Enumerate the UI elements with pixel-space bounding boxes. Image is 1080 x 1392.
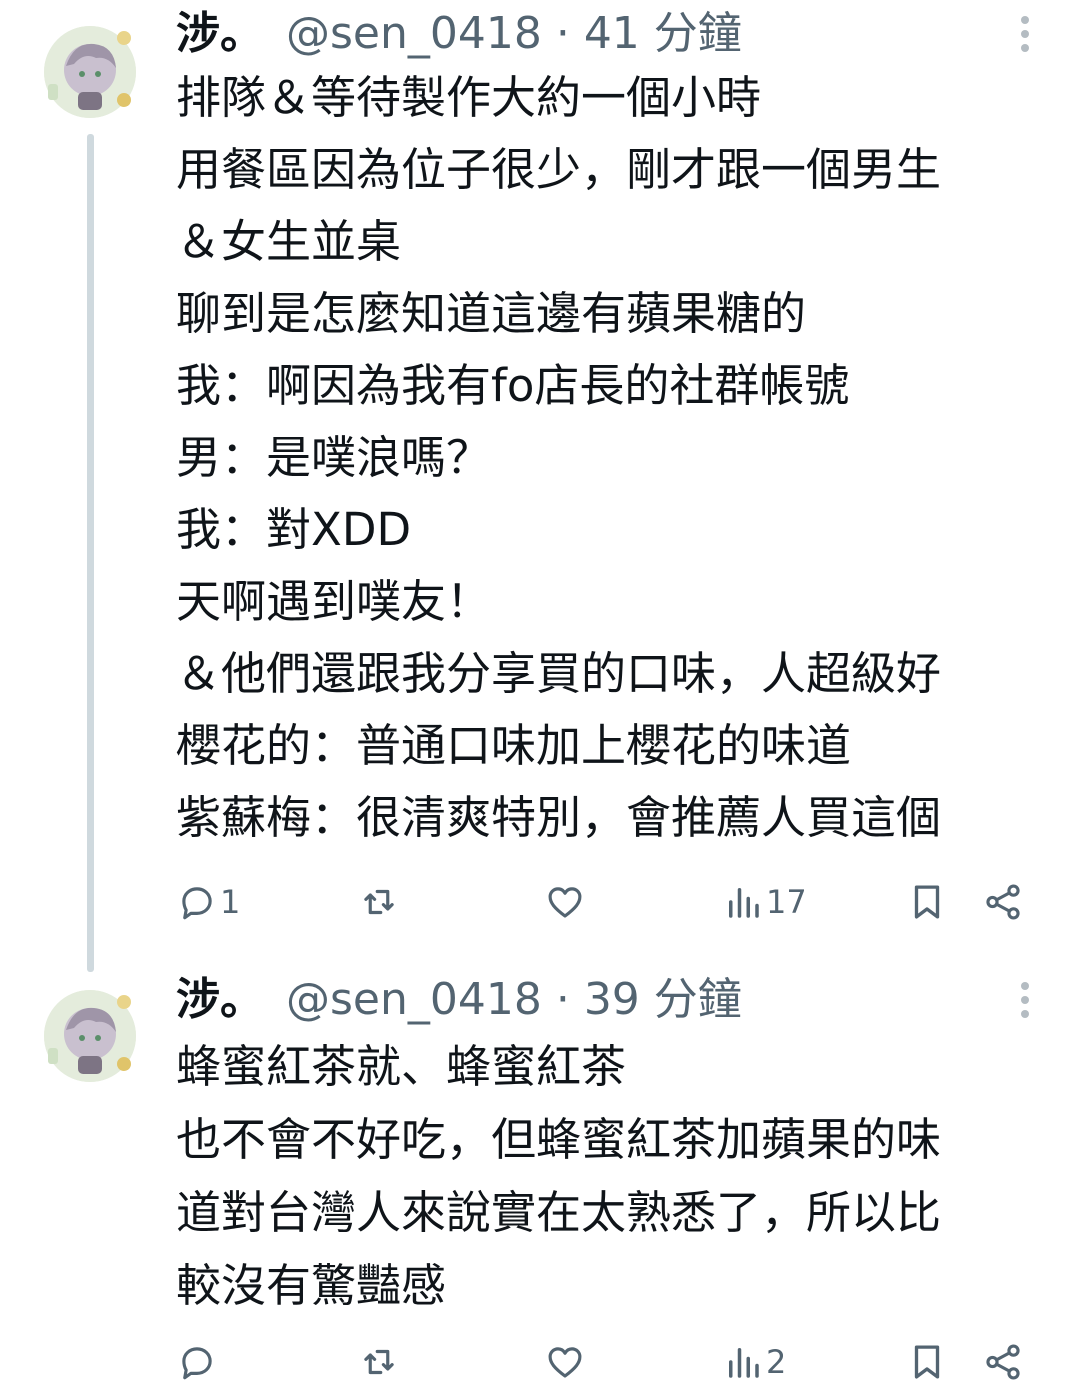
avatar-illustration <box>44 26 136 118</box>
tweet-text-line: 紫蘇梅：很清爽特別，會推薦人買這個 <box>176 791 942 844</box>
share-nodes-icon <box>986 1344 1020 1380</box>
tweet[interactable]: 涉。 @sen_0418 · 39 分鐘 蜂蜜紅茶就、蜂蜜紅茶 也不會不好吃，但… <box>0 960 1080 1391</box>
like-button[interactable] <box>544 1332 588 1392</box>
tweet-text-line: 天啊遇到噗友！ <box>176 575 492 628</box>
tweet-text: 排隊＆等待製作大約一個小時 用餐區因為位子很少，剛才跟一個男生 ＆女生並桌 聊到… <box>176 62 1046 854</box>
display-name[interactable]: 涉。 <box>176 968 264 1032</box>
tweet-actions: 1 17 <box>176 872 1036 932</box>
views-count: 2 <box>766 1343 787 1381</box>
reply-button[interactable]: 1 <box>176 872 240 932</box>
tweet-text-line: ＆他們還跟我分享買的口味，人超級好 <box>176 647 942 700</box>
bookmark-icon <box>914 885 940 919</box>
repost-button[interactable] <box>358 872 402 932</box>
bar-chart-icon <box>729 1348 759 1378</box>
reply-button[interactable] <box>176 1332 220 1392</box>
tweet-actions: 2 <box>176 1332 1036 1392</box>
thread-connector-line <box>87 134 94 972</box>
tweet-text-line: 排隊＆等待製作大約一個小時 <box>176 71 762 124</box>
speech-bubble-icon <box>182 887 212 920</box>
tweet-text-line: 我：啊因為我有fo店長的社群帳號 <box>176 359 850 412</box>
tweet[interactable]: 涉。 @sen_0418 · 41 分鐘 排隊＆等待製作大約一個小時 用餐區因為… <box>0 0 1080 972</box>
repost-arrows-icon <box>364 889 394 915</box>
tweet-text-line: 較沒有驚豔感 <box>176 1259 447 1312</box>
share-button[interactable] <box>982 1332 1024 1392</box>
heart-icon <box>548 1347 582 1378</box>
avatar-illustration <box>44 990 136 1082</box>
tweet-header: 涉。 @sen_0418 · 39 分鐘 <box>176 968 742 1032</box>
repost-arrows-icon <box>364 1349 394 1375</box>
more-options-icon[interactable] <box>1010 978 1040 1028</box>
share-nodes-icon <box>986 884 1020 920</box>
heart-icon <box>548 887 582 918</box>
tweet-text-line: 蜂蜜紅茶就、蜂蜜紅茶 <box>176 1040 627 1093</box>
tweet-text-line: 男：是噗浪嗎？ <box>176 431 492 484</box>
tweet-text: 蜂蜜紅茶就、蜂蜜紅茶 也不會不好吃，但蜂蜜紅茶加蘋果的味 道對台灣人來說實在太熟… <box>176 1030 1046 1322</box>
speech-bubble-icon <box>182 1347 212 1380</box>
handle-and-timestamp[interactable]: @sen_0418 · 39 分鐘 <box>286 968 742 1032</box>
share-button[interactable] <box>982 872 1024 932</box>
bar-chart-icon <box>729 888 759 918</box>
tweet-text-line: ＆女生並桌 <box>176 215 402 268</box>
views-count: 17 <box>766 883 807 921</box>
tweet-text-line: 道對台灣人來說實在太熟悉了，所以比 <box>176 1186 942 1239</box>
bookmark-icon <box>914 1345 940 1379</box>
avatar[interactable] <box>44 26 136 118</box>
repost-button[interactable] <box>358 1332 402 1392</box>
reply-count: 1 <box>220 883 241 921</box>
more-options-icon[interactable] <box>1010 12 1040 62</box>
tweet-text-line: 櫻花的：普通口味加上櫻花的味道 <box>176 719 852 772</box>
tweet-text-line: 用餐區因為位子很少，剛才跟一個男生 <box>176 143 942 196</box>
views-button[interactable]: 17 <box>722 872 807 932</box>
handle-and-timestamp[interactable]: @sen_0418 · 41 分鐘 <box>286 2 742 66</box>
display-name[interactable]: 涉。 <box>176 2 264 66</box>
bookmark-button[interactable] <box>906 1332 948 1392</box>
tweet-text-line: 聊到是怎麼知道這邊有蘋果糖的 <box>176 287 807 340</box>
like-button[interactable] <box>544 872 588 932</box>
avatar[interactable] <box>44 990 136 1082</box>
tweet-text-line: 我：對XDD <box>176 503 412 556</box>
bookmark-button[interactable] <box>906 872 948 932</box>
tweet-header: 涉。 @sen_0418 · 41 分鐘 <box>176 2 742 66</box>
views-button[interactable]: 2 <box>722 1332 786 1392</box>
tweet-text-line: 也不會不好吃，但蜂蜜紅茶加蘋果的味 <box>176 1113 942 1166</box>
